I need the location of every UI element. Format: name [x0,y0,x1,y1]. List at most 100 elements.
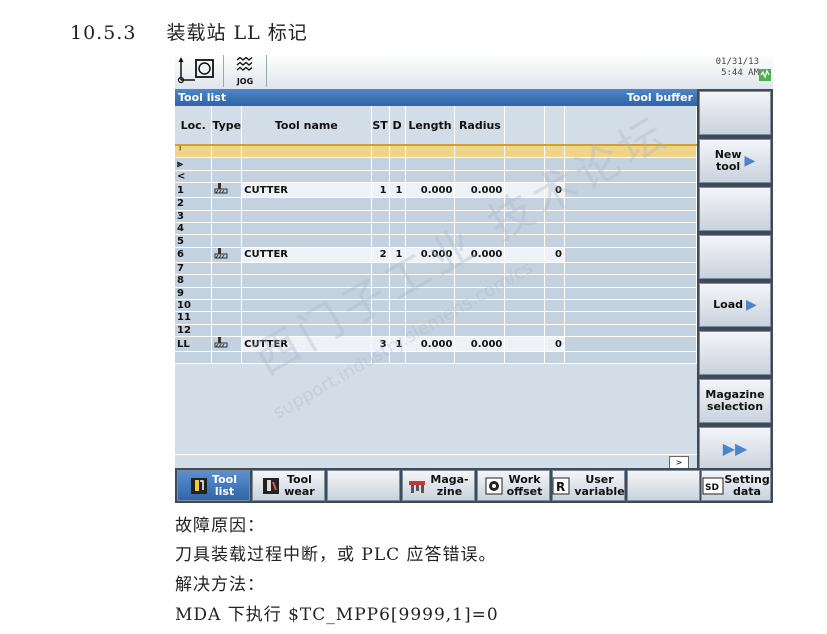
cell-loc: 3 [175,210,213,223]
softkey-v6[interactable] [699,331,771,375]
cell-st [371,157,390,171]
tool-wear-tab[interactable]: Tool wear [252,470,325,501]
cell-radius [454,324,506,338]
cell-loc [175,351,213,365]
solution-text: MDA 下执行 $TC_MPP6[9999,1]=0 [175,605,499,625]
cell-type [211,182,243,199]
cell-type [211,274,243,288]
status-bar: JOG 01/31/13 5:44 AM [175,54,773,90]
section-title: 装载站 LL 标记 [166,22,308,44]
window-title-bar: Tool list Tool buffer [175,89,697,106]
work-offset-tab-label: Work offset [506,472,543,498]
cell-loc: 4 [175,222,213,236]
horizontal-scrollbar[interactable]: > [175,454,697,469]
date: 01/31/13 [715,57,759,67]
softkey-h3[interactable] [327,470,400,501]
cell-filler [564,274,697,288]
cell-filler [564,287,697,300]
cell-type [211,287,243,300]
cell-extra-1 [504,336,546,353]
cell-extra-1 [504,324,546,338]
mode-indicator: JOG [223,55,267,87]
cell-extra-2 [544,262,565,276]
user-variable-tab[interactable]: R User variable [552,470,625,501]
jog-mode-icon [236,57,253,71]
cell-d [389,210,406,223]
tool-wear-icon [262,477,280,495]
softkey-v4[interactable] [699,235,771,279]
magazine-selection-button-label: Magazine selection [705,388,765,413]
cell-length [405,157,456,171]
svg-text:SD: SD [705,483,719,493]
cell-extra-2 [544,287,565,300]
cell-st [371,234,390,248]
cell-length [405,144,456,159]
mode-label: JOG [236,77,254,86]
col-header-loc: Loc. [175,106,213,145]
cell-extra-2 [544,234,565,248]
cell-loc-loading-station: LL [175,336,213,353]
magazine-selection-button[interactable]: Magazine selection [699,379,771,423]
cell-type [211,262,243,276]
col-header-radius: Radius [454,106,506,145]
new-tool-button[interactable]: New tool ▶ [699,139,771,183]
cell-loc: 9 [175,287,213,300]
cell-extra-2 [544,324,565,338]
cell-loc: 7 [175,262,213,276]
softkey-h7[interactable] [627,470,700,501]
table-row[interactable]: 2 [175,197,697,211]
hmi-screen: JOG 01/31/13 5:44 AM Tool list Tool buff… [175,54,773,503]
col-header-st: ST [371,106,390,145]
cell-loc: ╵ [175,144,213,159]
col-header-extra-2 [544,106,565,145]
cell-loc: 11 [175,311,213,325]
cell-d: 1 [389,182,406,199]
cell-loc: 6 [175,247,213,263]
cell-type [211,324,243,338]
magazine-tab[interactable]: Maga- zine [402,470,475,501]
cell-tool-name [241,234,372,248]
setting-data-tab[interactable]: SD Setting data [701,470,771,501]
cell-tool-name [241,157,372,171]
more-softkeys-button-label: ▶▶ [722,439,748,458]
cell-radius: 0.000 [454,336,506,353]
cell-type [211,234,243,248]
cell-filler [564,336,697,353]
softkey-v1[interactable] [699,91,771,135]
magazine-icon [408,477,426,495]
tool-list-tab-label: Tool list [212,472,237,498]
more-softkeys-button[interactable]: ▶▶ [699,427,771,471]
cell-filler [564,311,697,325]
cell-st [371,170,390,184]
cell-tool-name: CUTTER [241,182,372,199]
cell-tool-name [241,222,372,236]
machine-axes-icon [177,57,214,84]
load-button[interactable]: Load ▶ [699,283,771,327]
cell-extra-2: 0 [544,247,565,263]
cell-filler [564,262,697,276]
solution-heading: 解决方法： [175,575,265,595]
section-number: 10.5.3 [70,22,137,44]
cell-length: 0.000 [405,182,456,199]
col-header-tool-name: Tool name [241,106,372,145]
cell-d [389,144,406,159]
cell-filler [564,210,697,223]
cell-loc: < [175,170,213,184]
softkey-v3[interactable] [699,187,771,231]
cell-filler [564,234,697,248]
cell-d [389,222,406,236]
cell-type [211,170,243,184]
cell-tool-name [241,210,372,223]
cell-loc: 5 [175,234,213,248]
tool-wear-tab-label: Tool wear [284,472,315,498]
cell-type [211,210,243,223]
tool-list-tab[interactable]: Tool list [177,470,250,501]
cell-extra-2 [544,274,565,288]
cell-filler [564,299,697,313]
horizontal-softkey-bar: Tool list Tool wear Maga- zine Work offset R… [175,468,773,503]
milling-tool-icon [214,247,228,262]
work-offset-tab[interactable]: Work offset [477,470,550,501]
date-time: 01/31/13 5:44 AM [716,57,759,79]
setting-data-icon: SD [702,477,724,495]
cell-length [405,170,456,184]
